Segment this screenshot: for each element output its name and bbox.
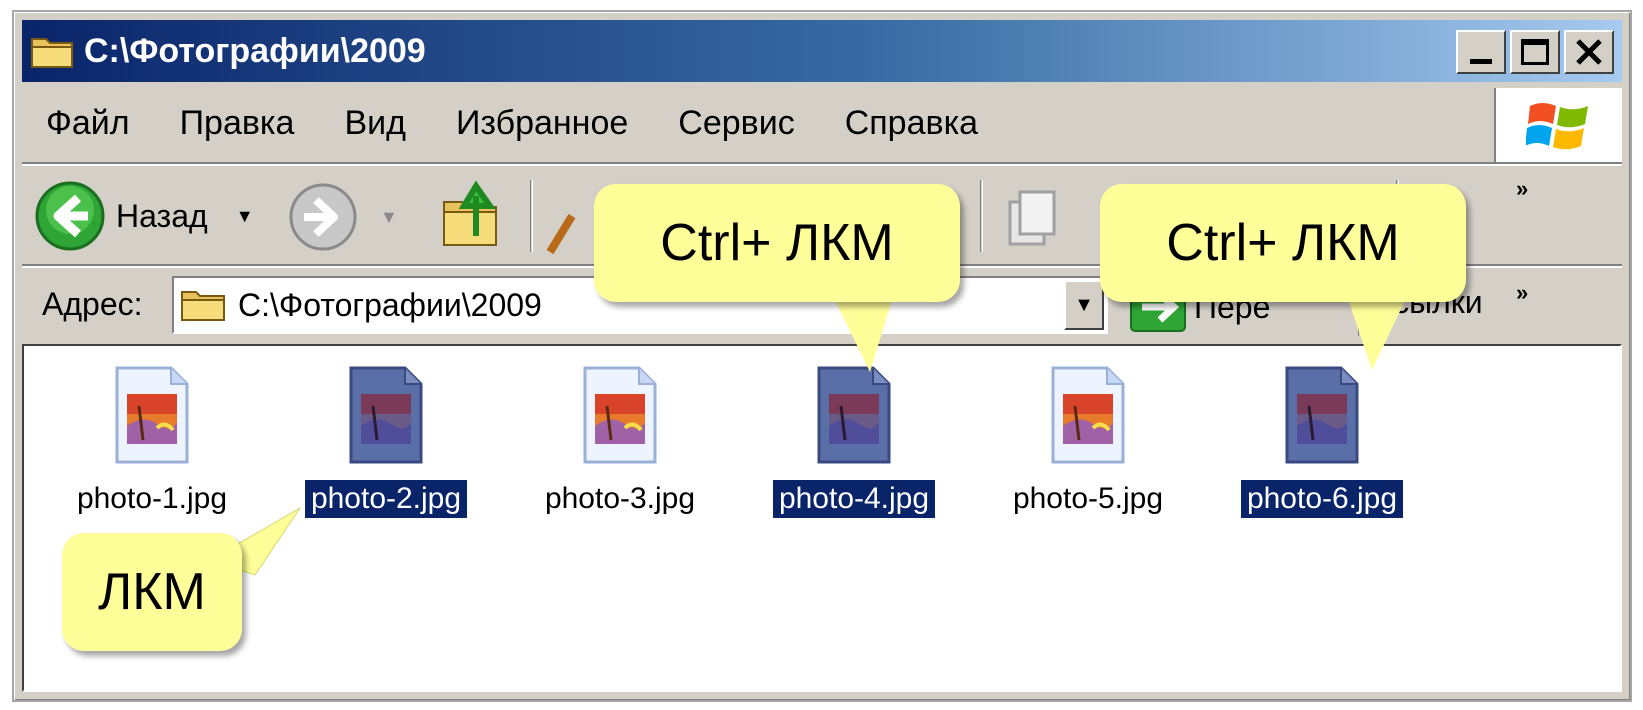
explorer-window: C:\Фотографии\2009 Файл Правка Вид Избра…: [12, 10, 1632, 702]
windows-logo-icon: [1526, 103, 1588, 150]
file-list-pane[interactable]: photo-1.jpg photo-2.jpg photo-3.jpg phot…: [22, 344, 1622, 692]
menu-help[interactable]: Справка: [845, 104, 978, 143]
toolbar-overflow-icon[interactable]: »: [1516, 176, 1528, 202]
menu-tools[interactable]: Сервис: [678, 104, 794, 143]
file-name: photo-2.jpg: [304, 480, 468, 518]
links-overflow-icon[interactable]: »: [1516, 280, 1528, 306]
back-button[interactable]: Назад ▼: [34, 180, 254, 252]
jpg-file-icon: [583, 366, 657, 464]
menu-separator: [22, 162, 1622, 164]
back-dropdown-icon[interactable]: ▼: [236, 206, 254, 227]
menu-favorites[interactable]: Избранное: [456, 104, 628, 143]
callout-text: Ctrl+ ЛКМ: [660, 214, 894, 272]
folder-icon: [181, 291, 225, 321]
search-button[interactable]: [546, 196, 596, 256]
callout-lkm: ЛКМ: [62, 533, 242, 651]
maximize-icon: [1521, 39, 1549, 65]
menu-edit[interactable]: Правка: [180, 104, 295, 143]
callout-ctrl-lkm-2: Ctrl+ ЛКМ: [1100, 184, 1466, 302]
forward-dropdown-icon[interactable]: ▼: [380, 207, 398, 228]
file-name: photo-4.jpg: [772, 480, 936, 518]
jpg-file-icon: [349, 366, 423, 464]
back-label: Назад: [116, 197, 208, 234]
file-item-photo-2[interactable]: photo-2.jpg: [286, 366, 486, 518]
file-name: photo-1.jpg: [76, 482, 228, 515]
file-item-photo-4[interactable]: photo-4.jpg: [754, 366, 954, 518]
toolbar-separator: [980, 180, 983, 252]
close-button[interactable]: [1564, 30, 1614, 74]
title-bar[interactable]: C:\Фотографии\2009: [22, 20, 1622, 82]
menu-bar: Файл Правка Вид Избранное Сервис Справка: [22, 88, 1442, 158]
move-to-icon: [1008, 190, 1056, 246]
chevron-down-icon: ▼: [1074, 293, 1094, 316]
jpg-file-icon: [115, 366, 189, 464]
menu-file[interactable]: Файл: [46, 104, 130, 143]
close-icon: [1576, 39, 1602, 65]
move-to-button[interactable]: [1006, 188, 1062, 250]
address-value: C:\Фотографии\2009: [238, 286, 542, 323]
address-label: Адрес:: [42, 286, 143, 322]
file-name: photo-6.jpg: [1240, 480, 1404, 518]
callout-text: ЛКМ: [98, 563, 206, 621]
callout-text: Ctrl+ ЛКМ: [1166, 214, 1400, 272]
file-item-photo-5[interactable]: photo-5.jpg: [988, 366, 1188, 518]
forward-button[interactable]: ▼: [288, 182, 398, 252]
jpg-file-icon: [1051, 366, 1125, 464]
file-name: photo-3.jpg: [544, 482, 696, 515]
jpg-file-icon: [817, 366, 891, 464]
maximize-button[interactable]: [1510, 30, 1560, 74]
minimize-button[interactable]: [1456, 30, 1506, 74]
minimize-icon: [1470, 58, 1492, 64]
folder-up-icon: [443, 180, 497, 246]
forward-arrow-icon: [289, 183, 357, 251]
window-controls: [1456, 30, 1614, 74]
windows-logo: [1494, 88, 1622, 164]
file-item-photo-6[interactable]: photo-6.jpg: [1222, 366, 1422, 518]
up-folder-button[interactable]: [440, 176, 506, 252]
jpg-file-icon: [1285, 366, 1359, 464]
callout-ctrl-lkm-1: Ctrl+ ЛКМ: [594, 184, 960, 302]
menu-view[interactable]: Вид: [344, 104, 406, 143]
file-name: photo-5.jpg: [1012, 482, 1164, 515]
window-title: C:\Фотографии\2009: [84, 31, 426, 70]
file-item-photo-1[interactable]: photo-1.jpg: [52, 366, 252, 518]
toolbar-separator: [530, 180, 533, 252]
back-arrow-icon: [35, 181, 105, 251]
search-icon: [546, 213, 576, 255]
file-item-photo-3[interactable]: photo-3.jpg: [520, 366, 720, 518]
address-dropdown-button[interactable]: ▼: [1064, 280, 1104, 330]
folder-icon: [30, 33, 76, 69]
